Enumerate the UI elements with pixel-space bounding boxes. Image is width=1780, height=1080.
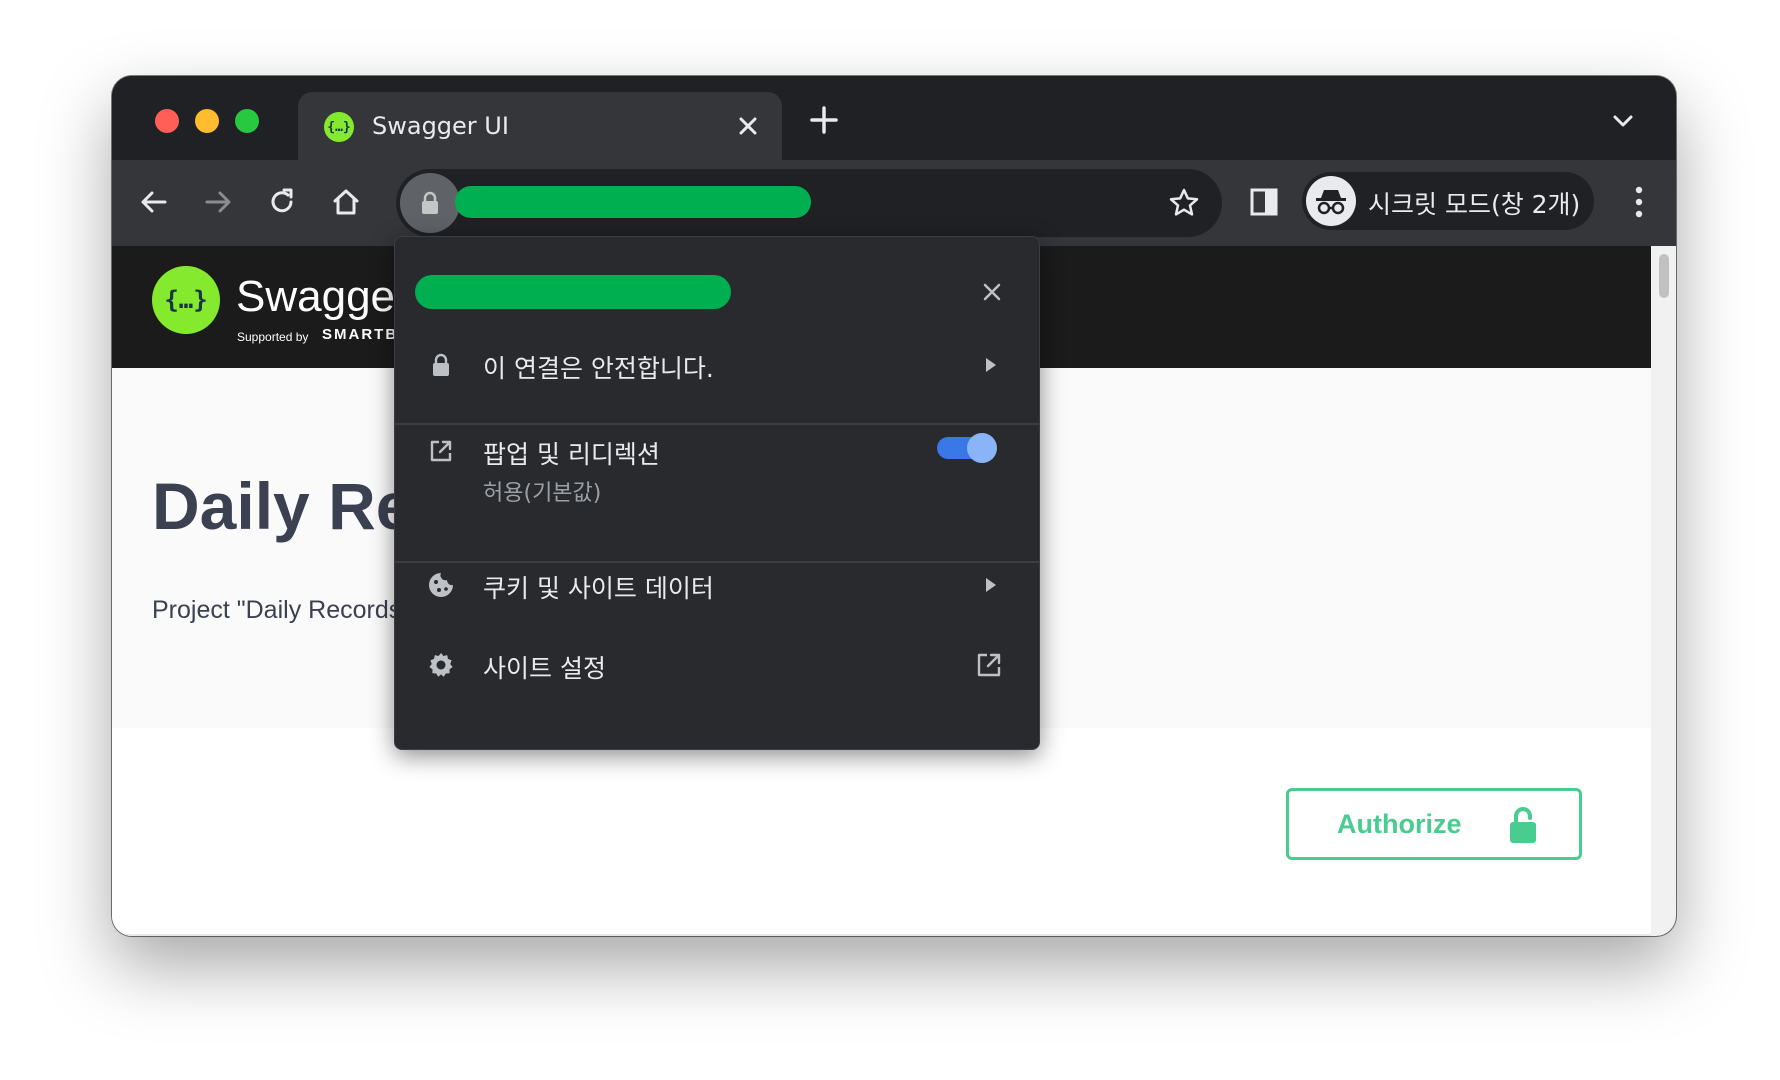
popups-label: 팝업 및 리디렉션 [483, 440, 660, 469]
open-in-new-icon [975, 651, 1003, 679]
kebab-menu-icon[interactable] [1624, 182, 1654, 222]
cookie-icon [425, 569, 457, 601]
authorize-label: Authorize [1337, 809, 1462, 839]
cookies-label: 쿠키 및 사이트 데이터 [483, 574, 714, 603]
reload-icon[interactable] [258, 178, 306, 226]
popups-status: 허용(기본값) [483, 481, 602, 506]
swagger-logo-icon[interactable]: {…} [152, 266, 220, 334]
title-bar: {…} Swagger UI [112, 76, 1676, 160]
maximize-window-button[interactable] [235, 109, 259, 133]
chevron-right-icon [983, 355, 999, 375]
scheme-container: Authorize [112, 728, 1651, 936]
browser-window: {…} Swagger UI re [112, 76, 1676, 936]
toggle-knob [967, 433, 997, 463]
authorize-button[interactable]: Authorize [1286, 788, 1582, 860]
site-info-popup: redacted 이 연결은 안전합니다. 팝업 및 리디렉션 허용(기본값) [394, 236, 1040, 750]
lock-icon [425, 349, 457, 381]
url-text-redacted[interactable]: redacted [455, 186, 811, 218]
open-in-new-icon [425, 435, 457, 467]
address-bar[interactable]: redacted [396, 169, 1222, 237]
new-tab-button[interactable] [804, 100, 844, 140]
tab-title: Swagger UI [372, 112, 509, 140]
connection-label: 이 연결은 안전합니다. [483, 354, 714, 383]
swagger-favicon-icon: {…} [324, 112, 354, 142]
tab-search-chevron-down-icon[interactable] [1606, 104, 1640, 138]
tab-swagger-ui[interactable]: {…} Swagger UI [298, 92, 782, 160]
site-info-lock-icon[interactable] [400, 173, 460, 233]
forward-arrow-icon[interactable] [194, 178, 242, 226]
popup-site-name-redacted: redacted [415, 275, 731, 309]
swagger-brand: Swagger [236, 272, 410, 321]
bookmark-star-icon[interactable] [1166, 185, 1202, 221]
gear-icon [425, 649, 457, 681]
incognito-label: 시크릿 모드(창 2개) [1368, 190, 1581, 219]
popups-toggle[interactable] [937, 433, 997, 463]
chevron-right-icon [983, 575, 999, 595]
popup-close-icon[interactable] [975, 275, 1009, 309]
back-arrow-icon[interactable] [130, 178, 178, 226]
unlocked-icon [1507, 805, 1539, 845]
site-settings-label: 사이트 설정 [483, 654, 606, 683]
divider [395, 561, 1039, 563]
incognito-profile-button[interactable]: 시크릿 모드(창 2개) [1302, 172, 1594, 230]
vertical-scrollbar[interactable] [1651, 246, 1676, 936]
toolbar: redacted 시크릿 모드(창 2개) [112, 160, 1676, 246]
divider [395, 423, 1039, 425]
close-window-button[interactable] [155, 109, 179, 133]
side-panel-icon[interactable] [1246, 184, 1282, 220]
supported-by-text: Supported by [237, 330, 309, 344]
incognito-icon [1306, 176, 1356, 226]
minimize-window-button[interactable] [195, 109, 219, 133]
scrollbar-thumb[interactable] [1659, 254, 1669, 298]
home-icon[interactable] [322, 178, 370, 226]
tab-close-icon[interactable] [732, 110, 764, 142]
